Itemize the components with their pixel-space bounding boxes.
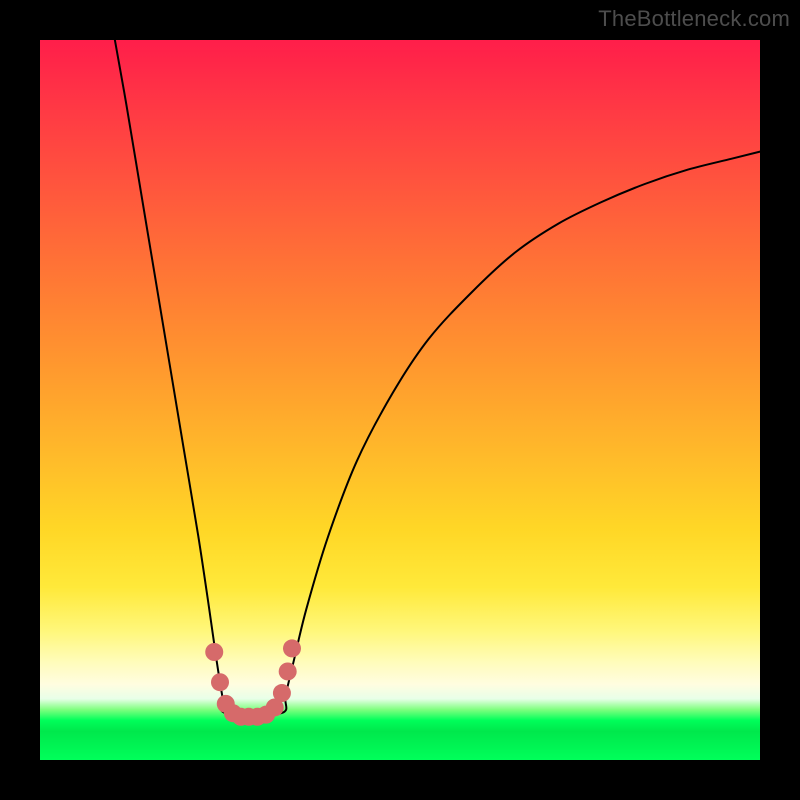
highlight-dot (205, 643, 223, 661)
plot-area (40, 40, 760, 760)
main-curve-path (115, 40, 760, 715)
curve-layer (40, 40, 760, 760)
highlight-dot (273, 684, 291, 702)
watermark-text: TheBottleneck.com (598, 6, 790, 32)
highlight-dot (283, 639, 301, 657)
chart-frame: TheBottleneck.com (0, 0, 800, 800)
highlight-dot (211, 673, 229, 691)
highlight-dot (279, 662, 297, 680)
highlight-dots-group (205, 639, 301, 725)
